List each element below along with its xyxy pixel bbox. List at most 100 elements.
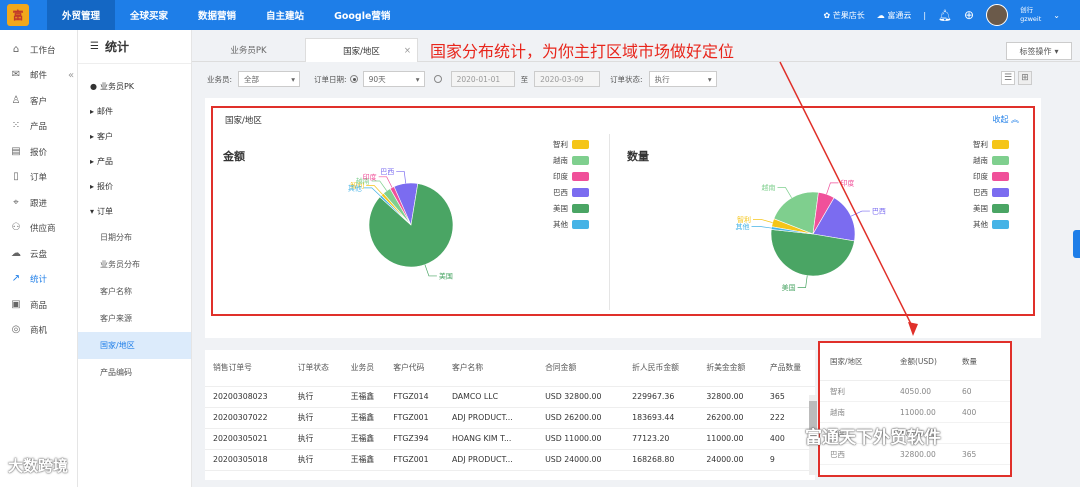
col-customer-name[interactable]: 客户名称 [443,350,538,387]
nav-global-buyers[interactable]: 全球买家 [115,0,183,30]
tab-country[interactable]: 国家/地区 × [305,38,418,62]
sidebar-item-opportunity[interactable]: ◎ 商机 [0,318,77,344]
legend-item[interactable]: 美国 [973,203,1009,214]
cloud-drive-icon: ☁ [11,247,21,259]
sidebar-item-workbench[interactable]: ⌂ 工作台 [0,37,77,63]
legend-item[interactable]: 巴西 [973,187,1009,198]
order-icon: ▯ [13,171,19,183]
plus-circle-icon[interactable]: ⊕ [964,8,974,22]
legend-item[interactable]: 其他 [553,219,589,230]
legend-item[interactable]: 印度 [553,171,589,182]
collapse-sidebar-icon[interactable]: « [68,70,74,81]
chart-icon: ↗ [11,273,21,285]
legend-item[interactable]: 智利 [553,139,589,150]
tree-item-customer-source[interactable]: 客户来源 [78,305,191,332]
mail-icon: ✉ [11,69,21,81]
bell-icon[interactable]: 🔔︎ [938,9,952,22]
col-quantity[interactable]: 产品数量 [761,350,815,387]
custom-date-radio[interactable] [433,75,442,83]
nav-trade-management[interactable]: 外贸管理 [47,0,116,30]
quantity-chart-title: 数量 [627,150,649,163]
shop-link[interactable]: ✿ 芒果店长 [824,10,865,21]
sidebar-item-mail[interactable]: ✉ 邮件 [0,63,77,89]
col-customer-code[interactable]: 客户代码 [385,350,444,387]
tree-item-country[interactable]: 国家/地区 [78,332,191,359]
date-from-input[interactable]: 2020-01-01 [450,71,515,87]
chart-divider [609,134,610,310]
table-row[interactable]: 20200305018 执行 王福鑫 FTGZ001 ADJ PRODUCT... USD… [205,449,815,471]
tree-item-salesman-dist[interactable]: 业务员分布 [78,251,191,278]
sidebar-item-quote[interactable]: ▤ 报价 [0,139,77,165]
status-select[interactable]: 执行 ▾ [648,71,717,87]
grid-view-icon[interactable]: ⊞ [1018,71,1032,85]
table-row[interactable]: 20200308023 执行 王福鑫 FTGZ014 DAMCO LLC USD 3280… [205,386,815,408]
pie-leader-line [826,182,839,195]
stats-header: ☰ 统计 [78,30,191,64]
tree-item-product-code[interactable]: 产品编码 [78,359,191,386]
avatar[interactable] [986,4,1009,26]
sidebar-item-cloud[interactable]: ☁ 云盘 [0,241,77,267]
chevron-up-icon: ︽ [1011,115,1019,124]
amount-pie-chart[interactable]: 智利越南印度巴西美国其他 [313,168,513,288]
quantity-pie-chart[interactable]: 智利越南印度巴西美国其他 [713,168,913,298]
tree-item-quote[interactable]: ▸ 报价 [78,174,191,199]
salesman-select[interactable]: 全部 ▾ [238,71,301,87]
legend-item[interactable]: 印度 [973,171,1009,182]
nav-google-marketing[interactable]: Google营销 [319,0,405,30]
legend-item[interactable]: 越南 [973,155,1009,166]
col-contract-amount[interactable]: 合同金额 [537,350,625,387]
period-select[interactable]: 90天 ▾ [362,71,425,87]
tree-item-product[interactable]: ▸ 产品 [78,149,191,174]
status-filter-label: 订单状态: [610,74,643,84]
cloud-icon: ☁ [876,10,885,20]
sidebar-item-order[interactable]: ▯ 订单 [0,165,77,191]
orders-table-panel: 销售订单号 订单状态 业务员 客户代码 客户名称 合同金额 折人民币金额 折美金… [205,350,815,480]
tree-item-mail[interactable]: ▸ 邮件 [78,99,191,124]
close-tab-icon[interactable]: × [404,46,411,56]
sidebar-item-goods[interactable]: ▣ 商品 [0,292,77,318]
tree-item-order[interactable]: ▾ 订单 [78,199,191,224]
legend-item[interactable]: 美国 [553,203,589,214]
user-info[interactable]: 创行 gzweit [1020,6,1041,24]
amount-legend: 智利 越南 印度 巴西 美国 其他 [553,139,589,230]
promo-headline: 国家分布统计，为你主打区域市场做好定位 [430,42,735,61]
legend-item[interactable]: 越南 [553,155,589,166]
tree-item-date-dist[interactable]: 日期分布 [78,224,191,251]
sidebar-item-stats[interactable]: ↗ 统计 [0,267,77,293]
period-radio[interactable] [349,75,358,83]
col-rmb-amount[interactable]: 折人民币金额 [624,350,699,387]
col-usd-amount[interactable]: 折美金金额 [698,350,762,387]
col-order-no[interactable]: 销售订单号 [205,350,290,387]
tag-operation-button[interactable]: 标签操作 ▾ [1006,42,1072,60]
table-row[interactable]: 20200307022 执行 王福鑫 FTGZ001 ADJ PRODUCT... USD… [205,407,815,429]
col-status[interactable]: 订单状态 [289,350,343,387]
pie-leader-line [777,187,792,199]
col-salesman[interactable]: 业务员 [342,350,386,387]
legend-item[interactable]: 智利 [973,139,1009,150]
sidebar-item-followup[interactable]: ⌖ 跟进 [0,190,77,216]
nav-site-builder[interactable]: 自主建站 [251,0,319,30]
side-drawer-handle[interactable] [1073,230,1080,258]
sidebar-item-customer[interactable]: ♙ 客户 [0,88,77,114]
cloud-link[interactable]: ☁ 富通云 [877,10,912,21]
sidebar-item-supplier[interactable]: ⚇ 供应商 [0,216,77,242]
summary-row[interactable]: 智利 4050.00 60 [820,381,1010,402]
chart-panel-title: 国家/地区 [225,116,262,126]
collapse-link[interactable]: 收起 ︽ [992,114,1019,125]
legend-item[interactable]: 其他 [973,219,1009,230]
date-to-input[interactable]: 2020-03-09 [534,71,601,87]
legend-item[interactable]: 巴西 [553,187,589,198]
home-icon: ⌂ [12,43,20,55]
nav-data-marketing[interactable]: 数据营销 [183,0,251,30]
tree-item-customer[interactable]: ▸ 客户 [78,124,191,149]
table-row[interactable]: 20200305021 执行 王福鑫 FTGZ394 HOANG KIM T... USD… [205,428,815,450]
list-view-icon[interactable]: ☰ [1001,71,1015,85]
tree-item-customer-name[interactable]: 客户名称 [78,278,191,305]
summary-row[interactable]: 越南 11000.00 400 [820,402,1010,423]
chevron-down-icon[interactable]: ⌄ [1053,11,1060,20]
tree-item-salesman-pk[interactable]: ● 业务员PK [78,74,191,99]
sidebar-item-product[interactable]: ⁙ 产品 [0,114,77,140]
orders-table: 销售订单号 订单状态 业务员 客户代码 客户名称 合同金额 折人民币金额 折美金… [205,350,815,471]
app-logo[interactable]: 富 [7,4,29,26]
tab-salesman-pk[interactable]: 业务员PK [192,38,305,62]
